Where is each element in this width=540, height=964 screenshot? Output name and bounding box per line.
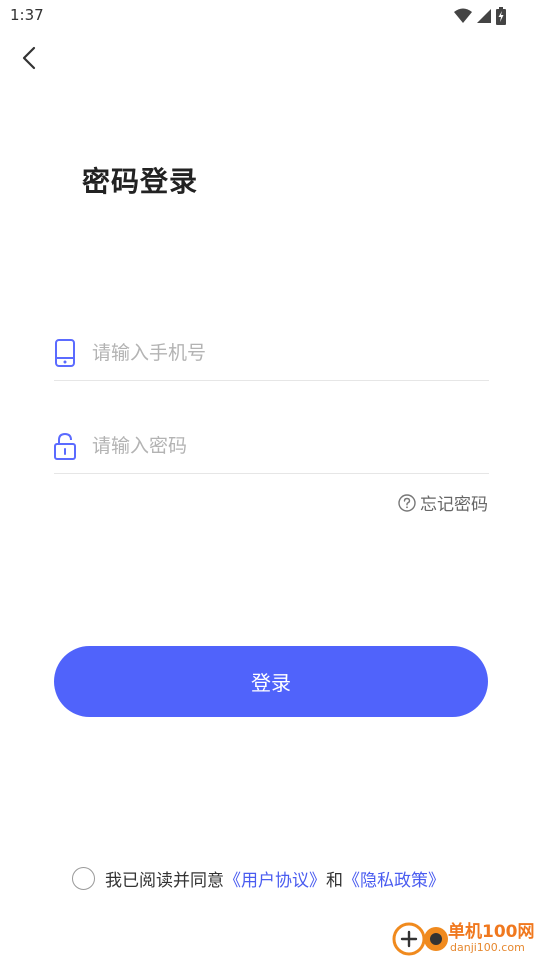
question-circle-icon: [398, 493, 416, 512]
status-icons: [454, 7, 506, 25]
watermark-url: danji100.com: [450, 941, 525, 954]
back-button[interactable]: [18, 42, 46, 74]
agreement-and: 和: [326, 871, 343, 891]
phone-field: [54, 320, 489, 381]
privacy-policy-link[interactable]: 《隐私政策》: [343, 866, 445, 891]
watermark-icon: [392, 922, 448, 956]
watermark-brand: 单机100网: [448, 922, 535, 942]
battery-icon: [496, 7, 506, 25]
agreement-row: 我已阅读并同意 《用户协议》 和 《隐私政策》: [72, 866, 445, 891]
phone-icon: [55, 339, 75, 367]
user-agreement-link[interactable]: 《用户协议》: [224, 866, 326, 891]
login-button[interactable]: 登录: [54, 646, 488, 717]
forgot-password-link[interactable]: 忘记密码: [398, 490, 488, 515]
wifi-icon: [454, 8, 472, 23]
agreement-prefix: 我已阅读并同意: [105, 871, 224, 891]
status-time: 1:37: [10, 6, 44, 24]
password-input[interactable]: [90, 425, 474, 467]
watermark-logo: 单机100网 danji100.com: [390, 915, 540, 960]
back-arrow-icon: [22, 46, 36, 70]
forgot-password-label: 忘记密码: [420, 495, 488, 515]
status-bar: 1:37: [0, 0, 540, 32]
agreement-checkbox[interactable]: [72, 867, 95, 890]
password-field: [54, 413, 489, 474]
page-title: 密码登录: [82, 165, 199, 198]
lock-icon: [54, 432, 76, 460]
phone-input[interactable]: [90, 332, 474, 374]
signal-icon: [477, 9, 491, 23]
